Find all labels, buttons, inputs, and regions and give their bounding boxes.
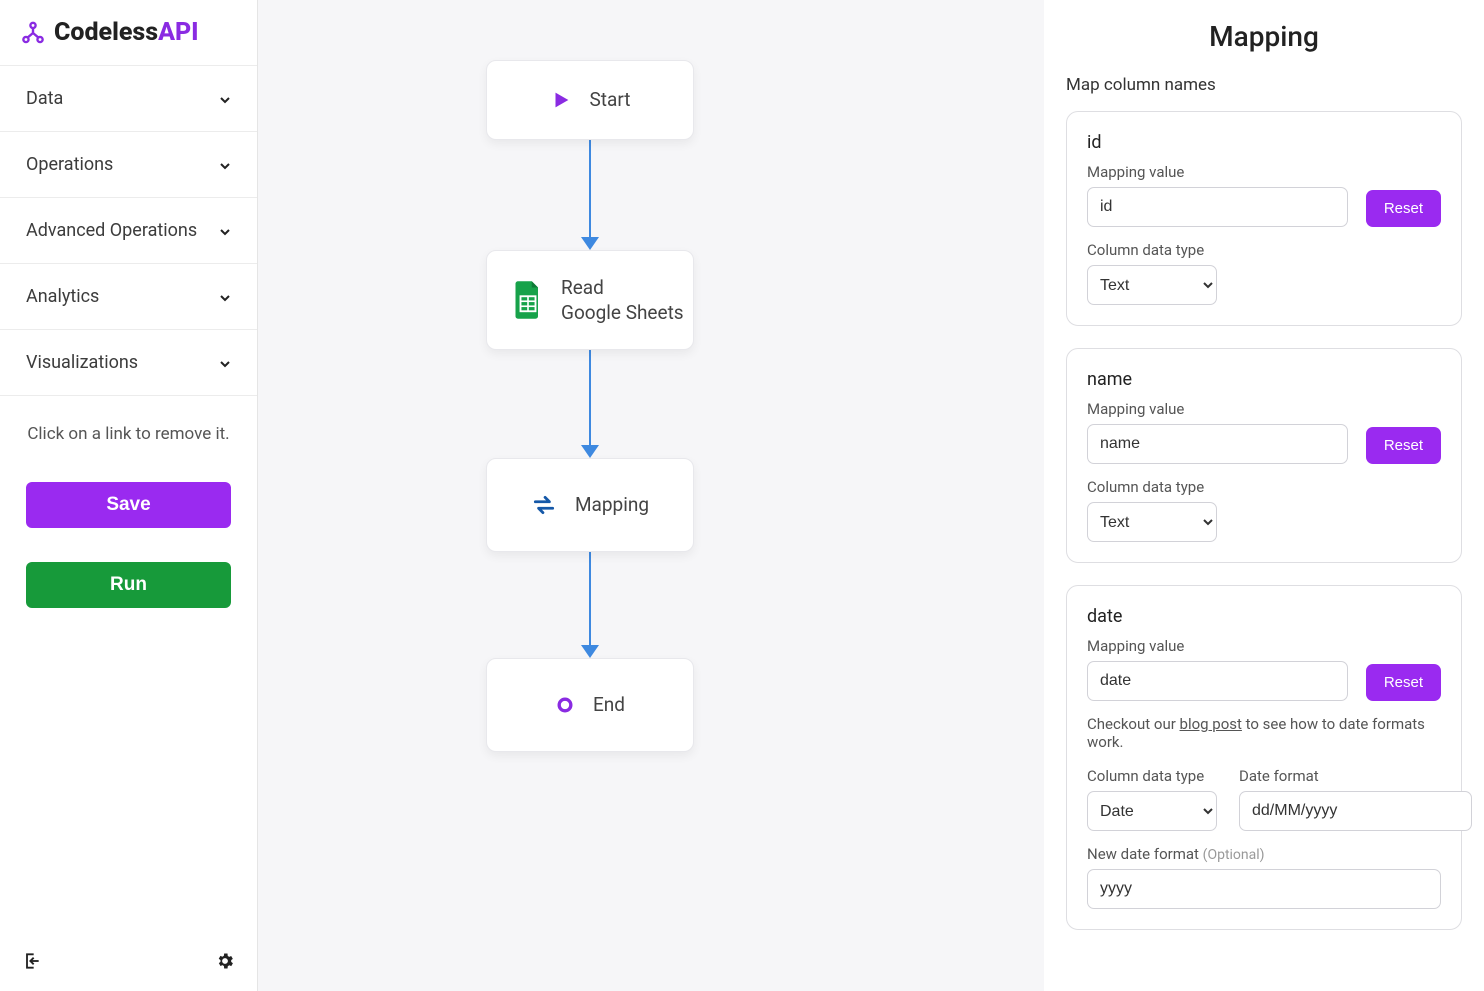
blog-post-link[interactable]: blog post <box>1180 715 1242 733</box>
node-label: Start <box>590 88 631 113</box>
flow-link[interactable] <box>589 552 591 656</box>
google-sheets-icon <box>513 281 543 319</box>
play-icon <box>550 89 572 111</box>
column-data-type-select[interactable]: TextDateNumber <box>1087 265 1217 305</box>
save-button[interactable]: Save <box>26 482 231 528</box>
run-button[interactable]: Run <box>26 562 231 608</box>
node-label: Mapping <box>575 493 649 518</box>
mapping-card-id: id Mapping value Reset Column data type … <box>1066 111 1462 326</box>
flow-link[interactable] <box>589 350 591 456</box>
node-label-line-1: Read <box>561 276 684 301</box>
sidebar-item-analytics[interactable]: Analytics <box>0 264 257 330</box>
sidebar-item-operations[interactable]: Operations <box>0 132 257 198</box>
sidebar-item-advanced-operations[interactable]: Advanced Operations <box>0 198 257 264</box>
logout-icon[interactable] <box>22 951 42 975</box>
node-start[interactable]: Start <box>486 60 694 140</box>
mapping-card-name: name Mapping value Reset Column data typ… <box>1066 348 1462 563</box>
sidebar-item-label: Operations <box>26 154 113 175</box>
sidebar-item-visualizations[interactable]: Visualizations <box>0 330 257 396</box>
chevron-down-icon <box>217 356 231 370</box>
reset-button[interactable]: Reset <box>1366 664 1441 701</box>
swap-icon <box>531 492 557 518</box>
column-data-type-select[interactable]: TextDateNumber <box>1087 791 1217 831</box>
flow-link[interactable] <box>589 140 591 248</box>
date-format-input[interactable] <box>1239 791 1472 831</box>
sidebar-item-label: Data <box>26 88 63 109</box>
column-data-type-label: Column data type <box>1087 478 1441 496</box>
mapping-field-title: name <box>1087 369 1441 390</box>
mapping-value-label: Mapping value <box>1087 637 1441 655</box>
panel-title: Mapping <box>1066 20 1462 53</box>
mapping-field-title: date <box>1087 606 1441 627</box>
brand-logo-icon <box>20 20 46 46</box>
column-data-type-label: Column data type <box>1087 767 1217 785</box>
chevron-down-icon <box>217 290 231 304</box>
date-format-help: Checkout our blog post to see how to dat… <box>1087 715 1441 751</box>
sidebar: CodelessAPI Data Operations Advanced Ope… <box>0 0 258 991</box>
sidebar-item-label: Advanced Operations <box>26 220 197 241</box>
mapping-value-label: Mapping value <box>1087 400 1441 418</box>
sidebar-item-data[interactable]: Data <box>0 66 257 132</box>
new-date-format-input[interactable] <box>1087 869 1441 909</box>
mapping-value-label: Mapping value <box>1087 163 1441 181</box>
mapping-card-date: date Mapping value Reset Checkout our bl… <box>1066 585 1462 930</box>
chevron-down-icon <box>217 224 231 238</box>
brand-name-1: Codeless <box>54 18 158 47</box>
chevron-down-icon <box>217 92 231 106</box>
reset-button[interactable]: Reset <box>1366 427 1441 464</box>
reset-button[interactable]: Reset <box>1366 190 1441 227</box>
new-date-format-label: New date format (Optional) <box>1087 845 1441 863</box>
mapping-panel: Mapping Map column names id Mapping valu… <box>1044 0 1484 991</box>
node-label-line-2: Google Sheets <box>561 301 684 324</box>
brand: CodelessAPI <box>0 0 257 65</box>
mapping-value-input[interactable] <box>1087 424 1348 464</box>
sidebar-menu: Data Operations Advanced Operations Anal… <box>0 65 257 396</box>
chevron-down-icon <box>217 158 231 172</box>
column-data-type-select[interactable]: TextDateNumber <box>1087 502 1217 542</box>
mapping-value-input[interactable] <box>1087 661 1348 701</box>
sidebar-hint: Click on a link to remove it. <box>0 396 257 462</box>
sidebar-item-label: Visualizations <box>26 352 138 373</box>
node-label: End <box>593 693 625 718</box>
circle-icon <box>555 695 575 715</box>
mapping-value-input[interactable] <box>1087 187 1348 227</box>
flow-canvas[interactable]: Start Read Google Sheets Mapping <box>258 0 1044 991</box>
node-mapping[interactable]: Mapping <box>486 458 694 552</box>
sidebar-item-label: Analytics <box>26 286 99 307</box>
column-data-type-label: Column data type <box>1087 241 1441 259</box>
mapping-field-title: id <box>1087 132 1441 153</box>
node-end[interactable]: End <box>486 658 694 752</box>
node-google-sheets[interactable]: Read Google Sheets <box>486 250 694 350</box>
gear-icon[interactable] <box>215 951 235 975</box>
date-format-label: Date format <box>1239 767 1472 785</box>
panel-subtitle: Map column names <box>1066 75 1462 95</box>
brand-name-2: API <box>158 18 199 47</box>
